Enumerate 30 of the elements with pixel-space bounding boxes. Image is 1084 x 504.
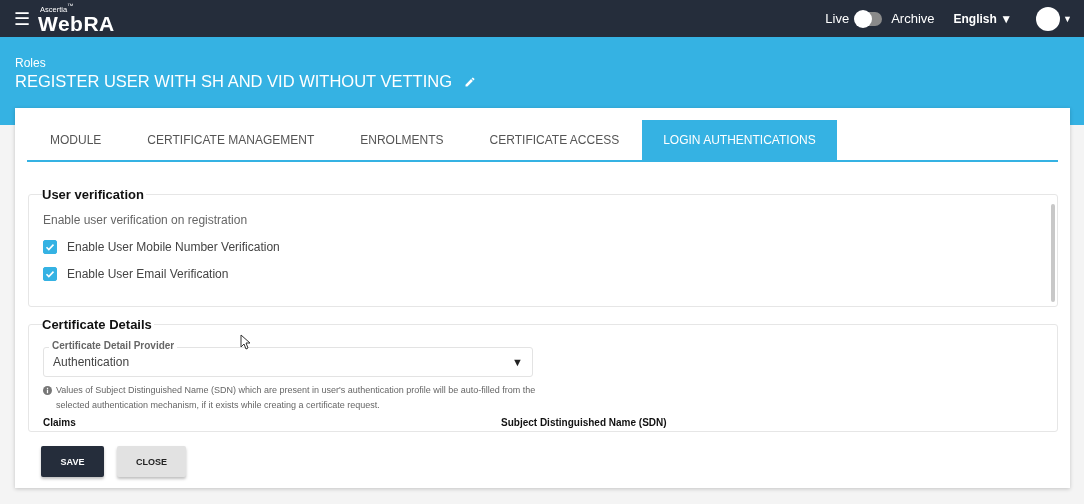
checkbox-label: Enable User Mobile Number Verification bbox=[67, 240, 280, 254]
scrollbar[interactable] bbox=[1051, 204, 1055, 302]
tab[interactable]: CERTIFICATE ACCESS bbox=[466, 120, 643, 160]
check-icon bbox=[45, 269, 55, 279]
provider-select[interactable]: Certificate Detail Provider Authentication ▼ bbox=[43, 339, 533, 377]
mode-toggle[interactable] bbox=[856, 11, 883, 26]
mouse-pointer-icon bbox=[240, 334, 251, 350]
checkbox[interactable] bbox=[43, 240, 57, 254]
profile-caret[interactable]: ▼ bbox=[1063, 13, 1072, 24]
section-description: Enable user verification on registration bbox=[43, 213, 249, 227]
tab[interactable]: ENROLMENTS bbox=[337, 120, 467, 160]
tab[interactable]: MODULE bbox=[27, 120, 125, 160]
info-icon bbox=[43, 386, 52, 395]
archive-label: Archive bbox=[891, 11, 935, 26]
language-menu[interactable]: English ▼ bbox=[953, 11, 1013, 26]
live-label: Live bbox=[825, 11, 850, 26]
column-header: Claims bbox=[43, 417, 76, 428]
check-icon bbox=[45, 242, 55, 252]
close-button[interactable]: CLOSE bbox=[117, 446, 186, 477]
save-button[interactable]: SAVE bbox=[41, 446, 104, 477]
menu-icon[interactable]: ☰ bbox=[14, 9, 30, 28]
avatar-icon[interactable] bbox=[1036, 6, 1061, 31]
tab[interactable]: CERTIFICATE MANAGEMENT bbox=[124, 120, 338, 160]
checkbox-label: Enable User Email Verification bbox=[67, 267, 229, 281]
page-title: REGISTER USER WITH SH AND VID WITHOUT VETTING bbox=[15, 72, 452, 91]
checkbox[interactable] bbox=[43, 267, 57, 281]
info-note: Values of Subject Distinguished Name (SDN) which are present in user's authentication profile will be auto-filled from the selected authentication mechanism, if it exists while creating a certificate request. bbox=[56, 384, 537, 412]
column-header: Subject Distinguished Name (SDN) bbox=[501, 417, 667, 428]
edit-icon[interactable] bbox=[463, 75, 476, 88]
brand-logo: WebRA bbox=[38, 13, 115, 34]
